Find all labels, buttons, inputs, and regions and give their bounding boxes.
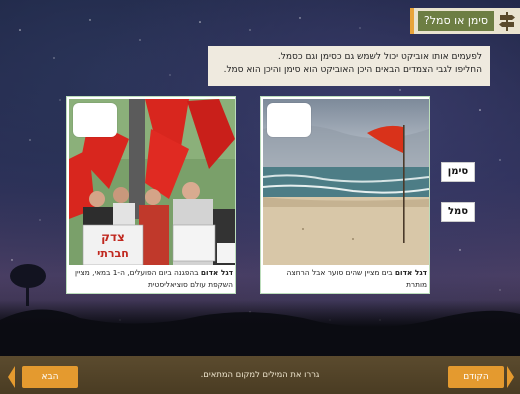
drop-slot-protest[interactable]	[73, 103, 117, 137]
activity-stage: סימן או סמל? לפעמים אותו אוביקט יכול לשמ…	[0, 0, 520, 394]
card-beach-flag: דגל אדום בים מציין שהים סוער אבל הרחצה מ…	[260, 96, 430, 294]
instruction-line-2: החליפו לגבי הצמדים הבאים היכן האוביקט הו…	[223, 65, 482, 75]
word-tile-symbol[interactable]: סמל	[441, 202, 475, 222]
caption-bold-beach: דגל אדום	[394, 268, 427, 277]
card-protest-flag: צדק חברתי דגל אדום בהפגנה ביום הפועלים, …	[66, 96, 236, 294]
previous-button[interactable]: הקודם	[448, 366, 504, 388]
right-arrow-icon[interactable]	[506, 364, 516, 390]
drop-slot-beach[interactable]	[267, 103, 311, 137]
protest-sign-1-line-2: חברתי	[97, 247, 129, 260]
card-caption-protest: דגל אדום בהפגנה ביום הפועלים, ה-1 במאי, …	[71, 267, 233, 293]
word-tile-sign[interactable]: סימן	[441, 162, 475, 182]
card-caption-beach: דגל אדום בים מציין שהים סוער אבל הרחצה מ…	[265, 267, 427, 293]
protest-sign-1-line-1: צדק	[101, 230, 125, 244]
instruction-line-1: לפעמים אותו אוביקט יכול לשמש גם כסימן וג…	[277, 52, 482, 62]
page-title: סימן או סמל?	[417, 11, 494, 31]
left-arrow-icon[interactable]	[6, 364, 16, 390]
title-tab: סימן או סמל?	[410, 8, 520, 34]
instruction-box: לפעמים אותו אוביקט יכול לשמש גם כסימן וג…	[208, 46, 490, 86]
caption-bold-protest: דגל אדום	[200, 268, 233, 277]
drag-instruction: גררו את המילים למקום המתאים.	[200, 369, 320, 379]
next-button[interactable]: הבא	[22, 366, 78, 388]
ground-silhouette	[0, 300, 520, 360]
signpost-icon	[499, 12, 515, 31]
